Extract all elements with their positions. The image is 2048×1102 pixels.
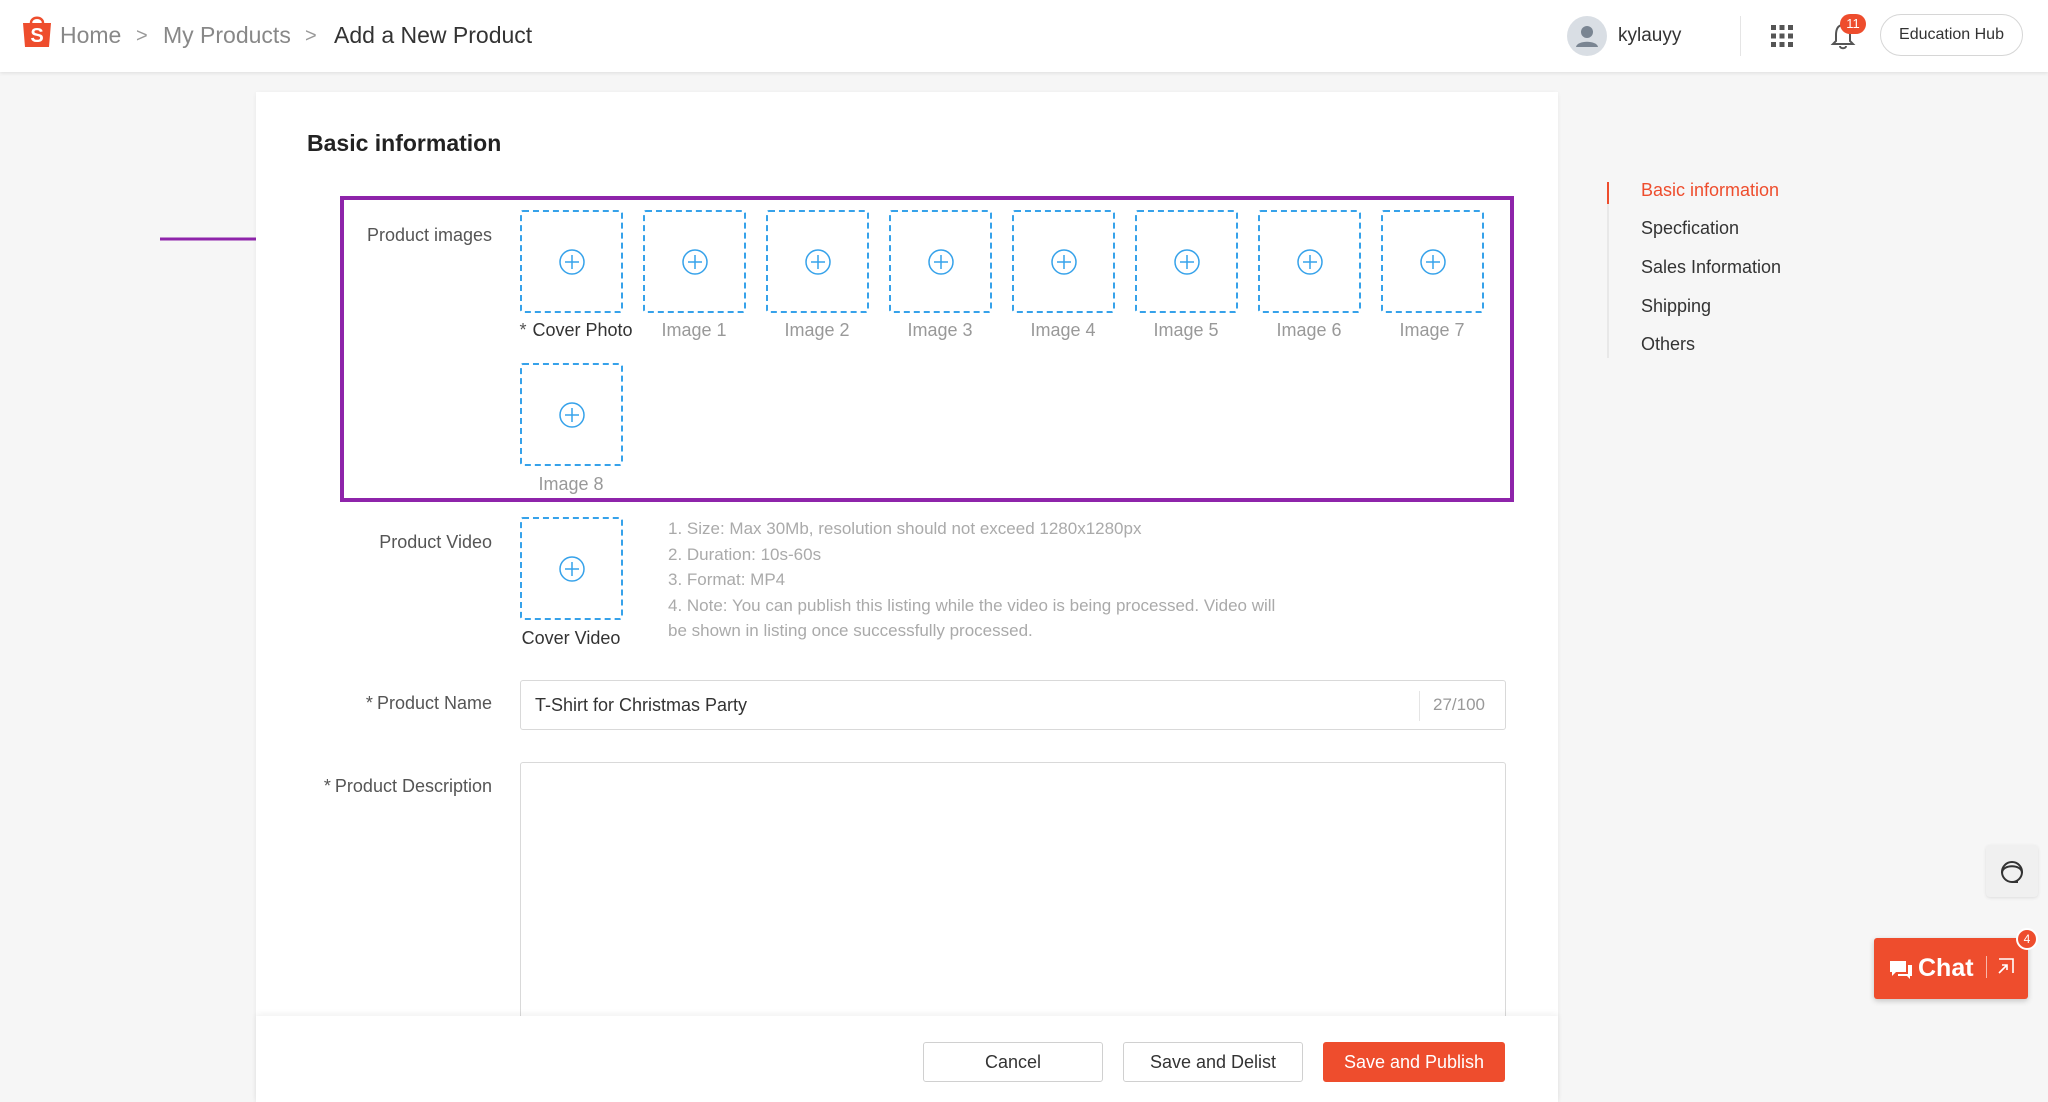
required-mark: *: [365, 693, 373, 713]
cover-video-caption: Cover Video: [521, 628, 621, 648]
section-nav-track: [1607, 182, 1609, 358]
plus-circle-icon: [1420, 249, 1446, 275]
section-nav-active-indicator: [1607, 182, 1609, 204]
avatar[interactable]: [1567, 16, 1607, 56]
shopee-logo-icon[interactable]: S: [20, 13, 54, 49]
label-text: Product Name: [376, 693, 492, 713]
notification-badge: 11: [1840, 14, 1866, 34]
character-counter: 27/100: [1433, 695, 1485, 714]
required-mark: *: [519, 320, 527, 340]
product-name-label: * Product Name: [276, 693, 492, 714]
headset-icon: [2001, 861, 2023, 883]
image-2-caption: Image 2: [784, 320, 850, 340]
video-hint: 1. Size: Max 30Mb, resolution should not…: [668, 519, 1142, 538]
product-description-label: * Product Description: [256, 776, 492, 797]
plus-circle-icon: [1174, 249, 1200, 275]
product-video-label: Product Video: [379, 532, 492, 552]
image-1-caption: Image 1: [661, 320, 727, 340]
form-action-bar: Cancel Save and Delist Save and Publish: [256, 1016, 1558, 1102]
upload-cover-photo[interactable]: [520, 210, 623, 313]
video-hint: 2. Duration: 10s-60s: [668, 544, 822, 564]
save-and-publish-button[interactable]: Save and Publish: [1323, 1042, 1505, 1082]
support-button[interactable]: [1986, 845, 2038, 897]
username[interactable]: kylauyy: [1618, 25, 1681, 47]
breadcrumb-current-page: Add a New Product: [334, 22, 533, 48]
counter-divider: [1419, 691, 1420, 721]
svg-text:S: S: [30, 25, 43, 47]
image-7-caption: Image 7: [1399, 320, 1465, 340]
chat-unread-badge: 4: [2016, 928, 2038, 950]
expand-icon[interactable]: [1996, 956, 2016, 976]
plus-circle-icon: [1051, 249, 1077, 275]
caption-text: Cover Photo: [532, 320, 633, 340]
top-bar: S Home > My Products > Add a New Product…: [0, 0, 2048, 72]
plus-circle-icon: [805, 249, 831, 275]
image-5-caption: Image 5: [1153, 320, 1219, 340]
education-hub-button[interactable]: Education Hub: [1880, 14, 2023, 56]
plus-circle-icon: [1297, 249, 1323, 275]
upload-image-4[interactable]: [1012, 210, 1115, 313]
upload-image-5[interactable]: [1135, 210, 1238, 313]
header-divider: [1740, 16, 1741, 56]
chat-button[interactable]: Chat: [1874, 938, 2028, 999]
product-form-card: Basic information Product images * Cover …: [256, 92, 1558, 1102]
video-hint: 4. Note: You can publish this listing wh…: [668, 595, 1276, 641]
image-3-caption: Image 3: [907, 320, 973, 340]
chat-bubble-icon: [1890, 961, 1912, 979]
breadcrumb-separator: >: [305, 25, 317, 47]
product-name-input[interactable]: [535, 681, 1405, 729]
product-name-field: 27/100: [520, 680, 1506, 730]
image-4-caption: Image 4: [1030, 320, 1096, 340]
save-and-delist-button[interactable]: Save and Delist: [1123, 1042, 1303, 1082]
cancel-button[interactable]: Cancel: [923, 1042, 1103, 1082]
chat-label: Chat: [1918, 954, 1974, 982]
image-6-caption: Image 6: [1276, 320, 1342, 340]
required-mark: *: [323, 776, 331, 796]
section-nav-sales-information[interactable]: Sales Information: [1641, 257, 1781, 278]
label-text: Product Description: [334, 776, 492, 796]
chat-divider: [1986, 956, 1987, 978]
cover-photo-caption: * Cover Photo: [506, 320, 646, 341]
product-images-label: Product images: [366, 225, 492, 245]
plus-circle-icon: [559, 249, 585, 275]
plus-circle-icon: [682, 249, 708, 275]
video-hint: 3. Format: MP4: [668, 570, 786, 589]
breadcrumb-my-products[interactable]: My Products: [163, 22, 291, 49]
section-title: Basic information: [307, 130, 502, 156]
section-nav-basic-information[interactable]: Basic information: [1641, 180, 1779, 201]
apps-grid-icon[interactable]: [1770, 24, 1794, 48]
video-requirements: 1. Size: Max 30Mb, resolution should not…: [668, 516, 1288, 644]
image-8-caption: Image 8: [538, 474, 604, 494]
user-icon: [1576, 26, 1598, 47]
upload-image-6[interactable]: [1258, 210, 1361, 313]
product-description-input[interactable]: [520, 762, 1506, 1024]
section-nav-shipping[interactable]: Shipping: [1641, 296, 1711, 317]
upload-image-8[interactable]: [520, 363, 623, 466]
upload-image-2[interactable]: [766, 210, 869, 313]
section-nav-others[interactable]: Others: [1641, 334, 1695, 355]
upload-image-1[interactable]: [643, 210, 746, 313]
plus-circle-icon: [928, 249, 954, 275]
upload-image-7[interactable]: [1381, 210, 1484, 313]
plus-circle-icon: [559, 556, 585, 582]
upload-image-3[interactable]: [889, 210, 992, 313]
breadcrumb-separator: >: [136, 25, 148, 47]
plus-circle-icon: [559, 402, 585, 428]
upload-cover-video[interactable]: [520, 517, 623, 620]
breadcrumb-home[interactable]: Home: [60, 22, 121, 49]
section-nav-specification[interactable]: Specfication: [1641, 218, 1739, 239]
